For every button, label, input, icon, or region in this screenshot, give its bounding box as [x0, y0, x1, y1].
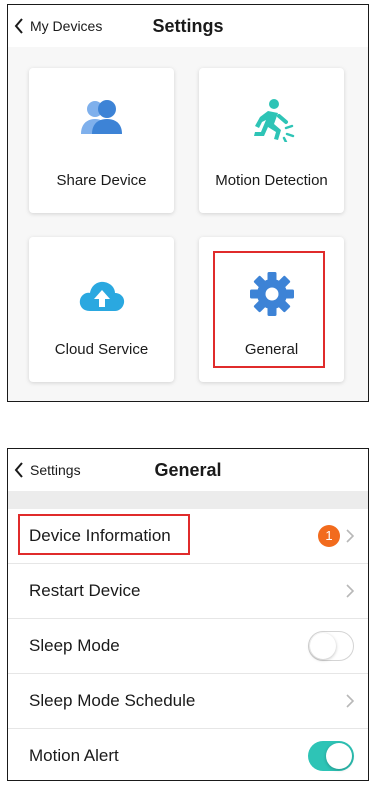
- share-device-icon: [80, 100, 122, 134]
- tile-motion-detection[interactable]: Motion Detection: [199, 68, 344, 213]
- row-motion-alert: Motion Alert: [8, 729, 368, 783]
- back-to-my-devices-button[interactable]: My Devices: [14, 5, 102, 47]
- row-label: Sleep Mode: [29, 636, 120, 655]
- settings-nav-bar: My Devices Settings: [8, 5, 368, 47]
- toggle-knob: [326, 743, 352, 769]
- general-settings-list: Device Information 1 Restart Device Slee…: [8, 509, 368, 783]
- sleep-mode-toggle[interactable]: [308, 631, 354, 661]
- general-screen: Settings General Device Information 1 Re…: [7, 448, 369, 781]
- row-sleep-mode-schedule[interactable]: Sleep Mode Schedule: [8, 674, 368, 729]
- row-device-information[interactable]: Device Information 1: [8, 509, 368, 564]
- row-label: Motion Alert: [29, 746, 119, 765]
- section-spacer: [8, 491, 368, 509]
- tile-cloud-service[interactable]: Cloud Service: [29, 237, 174, 382]
- settings-screen: My Devices Settings Share Device Motion …: [7, 4, 369, 402]
- back-label: Settings: [30, 462, 81, 478]
- chevron-right-icon: [346, 529, 354, 543]
- motion-alert-toggle[interactable]: [308, 741, 354, 771]
- motion-detection-icon: [253, 99, 294, 142]
- tile-label: Motion Detection: [215, 172, 328, 189]
- row-restart-device[interactable]: Restart Device: [8, 564, 368, 619]
- cloud-upload-icon: [79, 281, 124, 311]
- tile-label: Cloud Service: [54, 341, 149, 358]
- row-label: Sleep Mode Schedule: [29, 691, 196, 710]
- row-sleep-mode: Sleep Mode: [8, 619, 368, 674]
- general-nav-bar: Settings General: [8, 449, 368, 491]
- chevron-left-icon: [14, 462, 23, 478]
- back-to-settings-button[interactable]: Settings: [14, 449, 81, 491]
- general-highlight-box: [213, 251, 325, 368]
- back-label: My Devices: [30, 18, 103, 34]
- tile-label: Share Device: [56, 172, 147, 189]
- tile-share-device[interactable]: Share Device: [29, 68, 174, 213]
- chevron-left-icon: [14, 18, 23, 34]
- chevron-right-icon: [346, 584, 354, 598]
- toggle-knob: [310, 632, 336, 659]
- notification-badge: 1: [318, 525, 340, 547]
- chevron-right-icon: [346, 694, 354, 708]
- device-information-highlight-box: [18, 514, 190, 555]
- row-label: Restart Device: [29, 581, 141, 600]
- settings-grid: Share Device Motion Detection Cloud Serv…: [8, 47, 368, 401]
